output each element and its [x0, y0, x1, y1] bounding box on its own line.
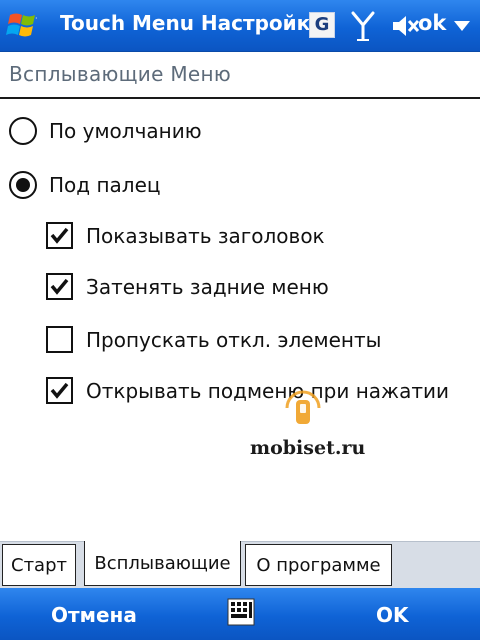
checkbox-skip-disabled-label: Пропускать откл. элементы [86, 327, 382, 352]
checkbox-open-submenu[interactable] [46, 377, 73, 404]
app-title: Touch Menu Настройк [60, 11, 311, 35]
checkbox-skip-disabled[interactable] [46, 326, 73, 353]
radio-default[interactable]: По умолчанию [9, 117, 202, 145]
volume-mute-icon[interactable] [390, 13, 420, 39]
svg-text:·: · [35, 14, 38, 23]
checkbox-row-show-title[interactable]: Показывать заголовок [46, 222, 325, 249]
tab-start[interactable]: Старт [2, 544, 76, 586]
watermark-logo-icon [285, 390, 321, 424]
radio-under-finger-label: Под палец [49, 173, 161, 197]
tab-popup[interactable]: Всплывающие [84, 541, 241, 586]
keyboard-icon[interactable] [227, 598, 255, 626]
windows-start-icon[interactable]: · [6, 9, 50, 43]
radio-button-under-finger[interactable] [9, 171, 37, 199]
title-bar: · Touch Menu Настройк G ok [0, 0, 480, 52]
radio-button-default[interactable] [9, 117, 37, 145]
checkbox-open-submenu-label: Открывать подменю при нажатии [86, 378, 449, 403]
input-g-icon[interactable]: G [309, 12, 335, 38]
watermark-text: mobiset.ru [250, 437, 366, 459]
screen: · Touch Menu Настройк G ok Всплывающие М… [0, 0, 480, 640]
checkbox-shade-back-menus[interactable] [46, 273, 73, 300]
chevron-down-icon[interactable] [452, 19, 472, 33]
checkbox-show-title-label: Показывать заголовок [86, 223, 325, 248]
section-divider [0, 97, 480, 99]
signal-icon[interactable] [348, 9, 378, 43]
radio-default-label: По умолчанию [49, 119, 202, 143]
ok-button[interactable]: ok [418, 11, 446, 35]
cancel-softkey[interactable]: Отмена [51, 603, 137, 627]
checkbox-row-skip-disabled[interactable]: Пропускать откл. элементы [46, 326, 381, 353]
checkbox-show-title[interactable] [46, 222, 73, 249]
checkbox-row-shade-back-menus[interactable]: Затенять задние меню [46, 273, 329, 300]
tab-about[interactable]: О программе [245, 544, 392, 586]
section-title: Всплывающие Меню [9, 62, 232, 86]
checkbox-row-open-submenu[interactable]: Открывать подменю при нажатии [46, 377, 449, 404]
radio-under-finger[interactable]: Под палец [9, 171, 161, 199]
ok-softkey[interactable]: OK [376, 603, 409, 627]
checkbox-shade-back-menus-label: Затенять задние меню [86, 274, 329, 299]
